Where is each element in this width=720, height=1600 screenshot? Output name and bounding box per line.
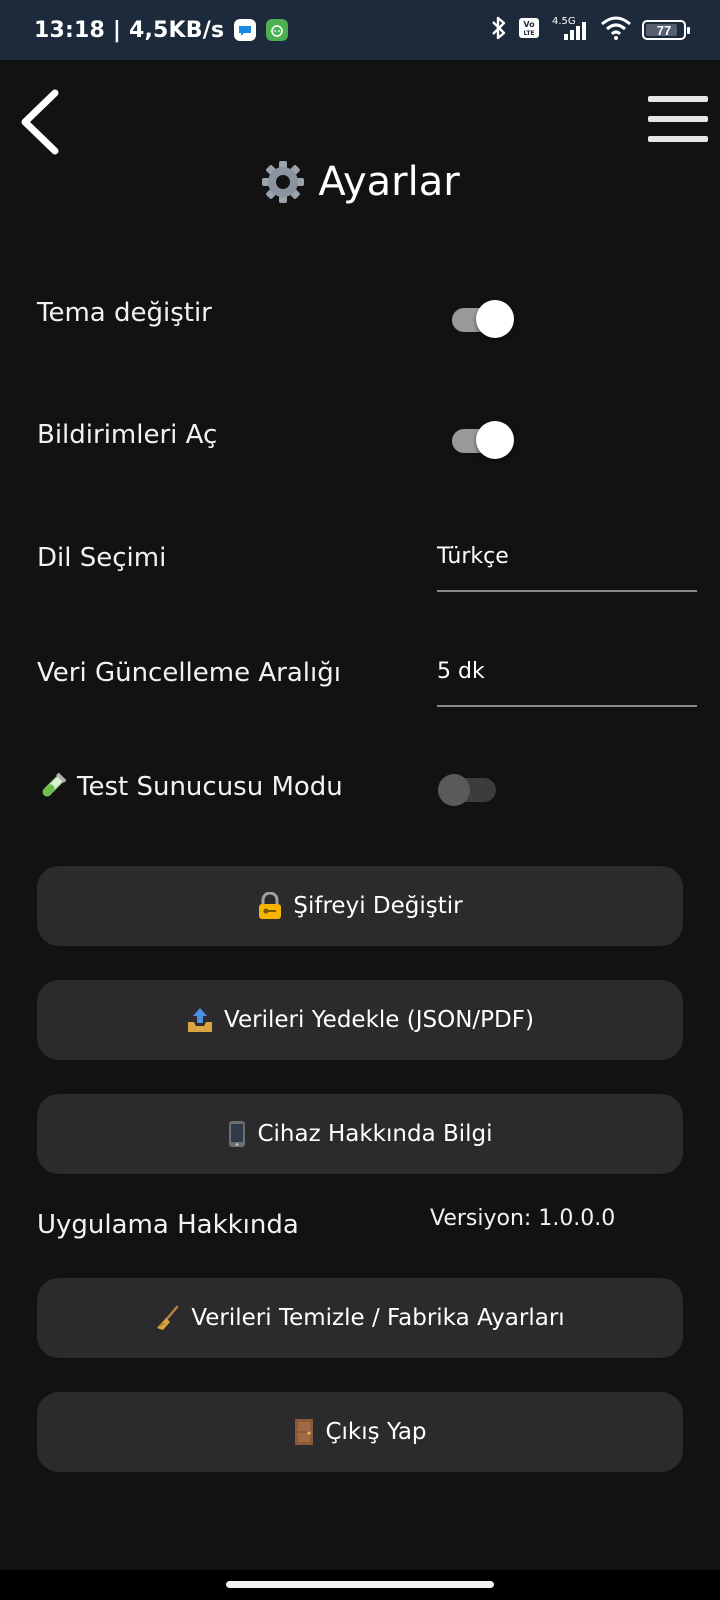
logout-button[interactable]: Çıkış Yap (37, 1392, 683, 1472)
gear-icon (262, 161, 305, 203)
device-info-button[interactable]: Cihaz Hakkında Bilgi (37, 1094, 683, 1174)
settings-screen: 13:18 | 4,5KB/s Vo LTE 4.5G 77 Ayarlar T… (0, 0, 720, 1600)
status-left: 13:18 | 4,5KB/s (34, 17, 289, 43)
clear-data-label: Verileri Temizle / Fabrika Ayarları (191, 1305, 565, 1331)
logout-label: Çıkış Yap (325, 1419, 427, 1445)
back-button[interactable] (14, 86, 64, 158)
battery-icon: 77 (642, 20, 690, 40)
status-time-speed: 13:18 | 4,5KB/s (34, 17, 225, 43)
notifications-toggle[interactable] (452, 421, 514, 461)
hamburger-menu-button[interactable] (646, 96, 710, 148)
page-title: Ayarlar (0, 152, 720, 212)
test-server-toggle[interactable] (438, 770, 500, 810)
backup-button[interactable]: Verileri Yedekle (JSON/PDF) (37, 980, 683, 1060)
language-label: Dil Seçimi (37, 543, 167, 573)
hamburger-line (648, 116, 708, 122)
signal-icon: 4.5G (550, 14, 590, 47)
lock-key-icon (259, 892, 282, 919)
bluetooth-icon (490, 15, 508, 46)
test-server-row: Test Sunucusu Modu (37, 772, 343, 802)
page-title-text: Ayarlar (318, 159, 460, 205)
change-password-label: Şifreyi Değiştir (293, 893, 463, 919)
backup-label: Verileri Yedekle (JSON/PDF) (224, 1007, 534, 1033)
notifications-label: Bildirimleri Aç (37, 420, 218, 450)
theme-toggle[interactable] (452, 300, 514, 340)
home-indicator[interactable] (226, 1581, 494, 1588)
battery-level: 77 (656, 22, 672, 38)
android-notification-icon (266, 19, 289, 41)
notifications-toggle-knob (476, 421, 514, 459)
status-right: Vo LTE 4.5G 77 (490, 14, 690, 47)
message-notification-icon (234, 19, 257, 41)
broom-icon (157, 1305, 179, 1330)
door-icon (295, 1419, 314, 1445)
test-tube-icon (42, 772, 67, 797)
outbox-tray-icon (188, 1008, 213, 1032)
mobile-phone-icon (229, 1121, 246, 1147)
theme-label: Tema değiştir (37, 298, 212, 328)
clear-data-button[interactable]: Verileri Temizle / Fabrika Ayarları (37, 1278, 683, 1358)
change-password-button[interactable]: Şifreyi Değiştir (37, 866, 683, 946)
svg-text:LTE: LTE (523, 30, 534, 37)
theme-toggle-knob (476, 300, 514, 338)
hamburger-menu-icon (648, 96, 708, 102)
svg-text:Vo: Vo (523, 20, 535, 29)
chevron-left-icon (21, 89, 59, 155)
device-info-label: Cihaz Hakkında Bilgi (257, 1121, 493, 1147)
refresh-interval-select[interactable]: 5 dk (437, 655, 697, 707)
version-text: Versiyon: 1.0.0.0 (430, 1206, 616, 1231)
network-type-label: 4.5G (552, 16, 576, 27)
status-bar: 13:18 | 4,5KB/s Vo LTE 4.5G 77 (0, 0, 720, 60)
hamburger-line (648, 136, 708, 142)
test-server-toggle-knob (438, 774, 470, 806)
about-label: Uygulama Hakkında (37, 1210, 299, 1240)
refresh-interval-label: Veri Güncelleme Aralığı (37, 658, 341, 688)
volte-icon: Vo LTE (518, 16, 540, 45)
test-server-label: Test Sunucusu Modu (77, 772, 343, 802)
language-select[interactable]: Türkçe (437, 540, 697, 592)
wifi-icon (600, 15, 632, 46)
